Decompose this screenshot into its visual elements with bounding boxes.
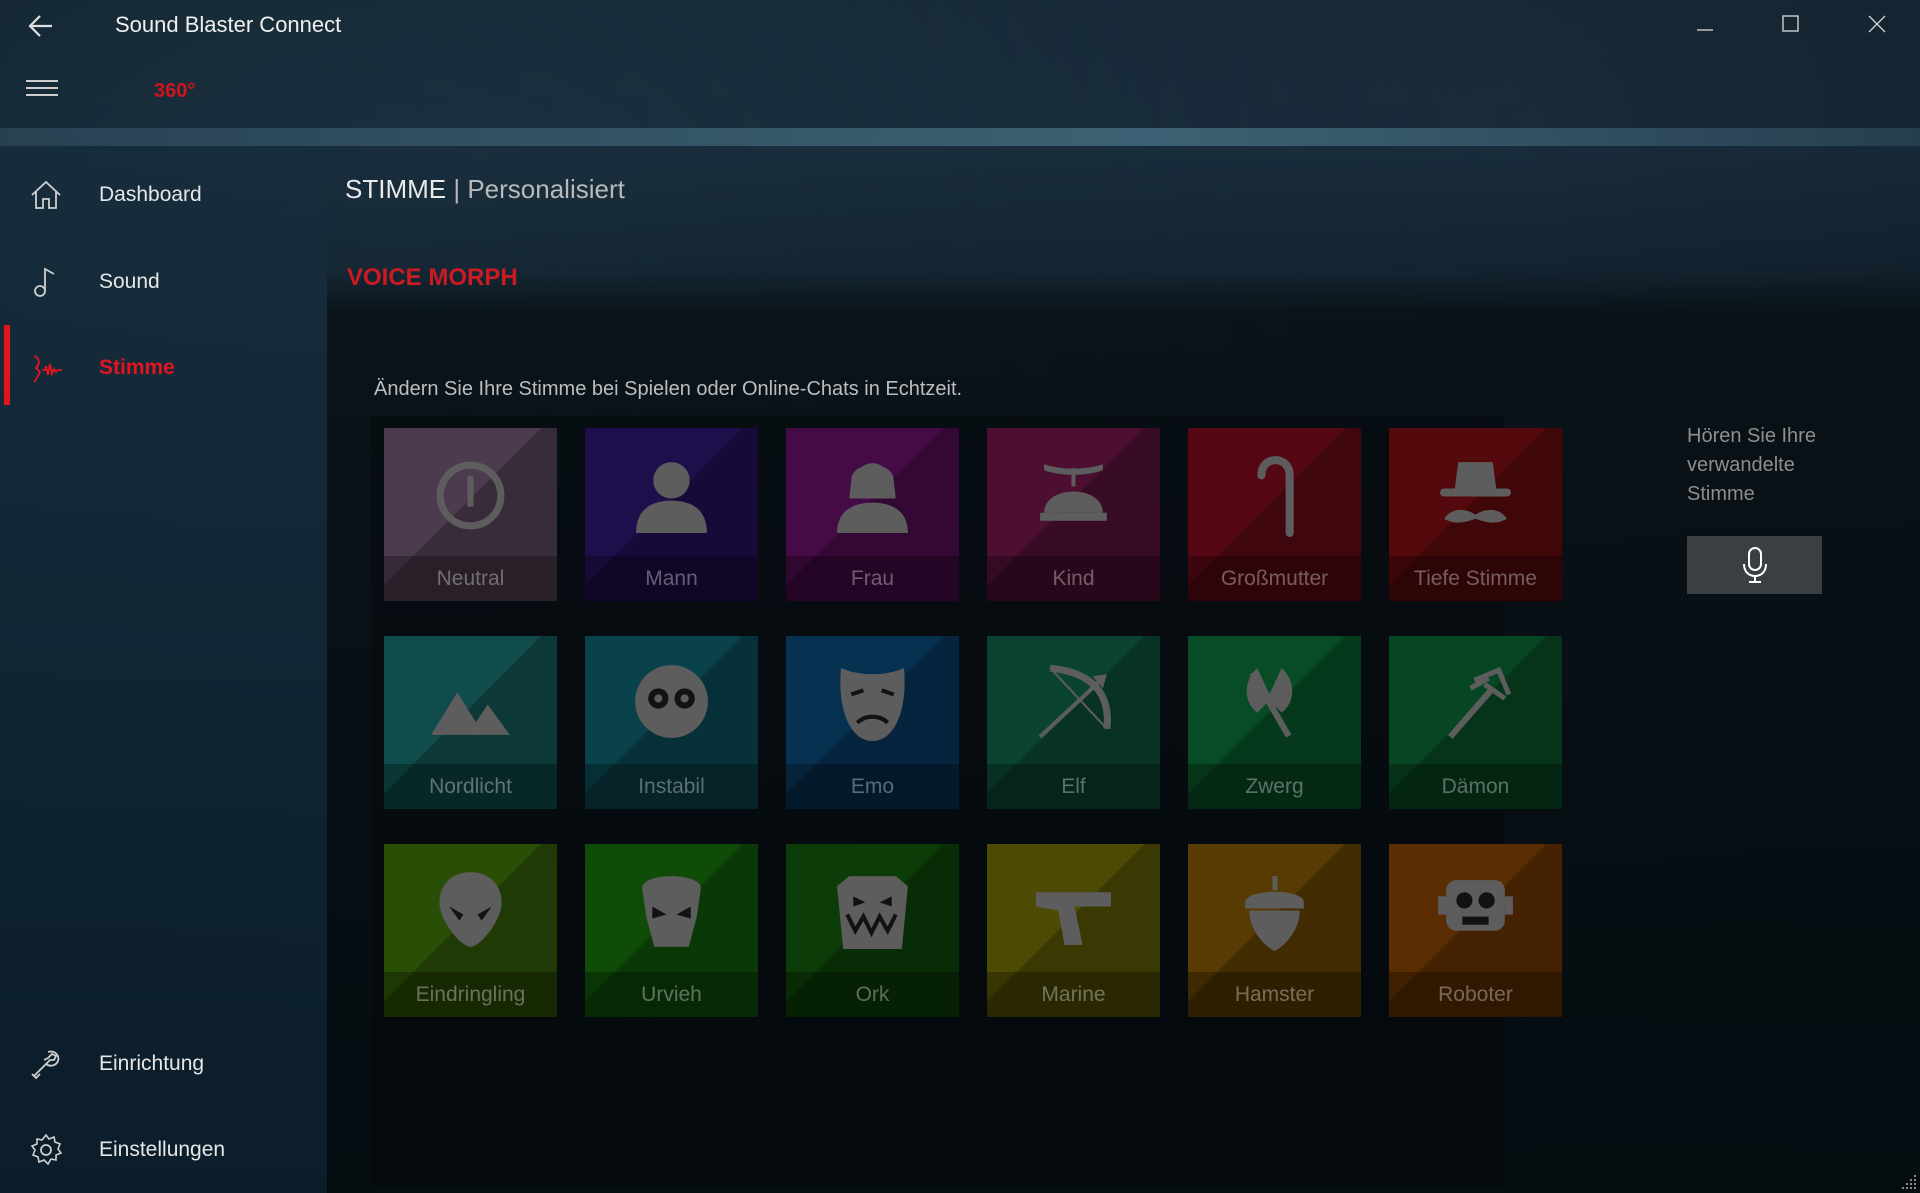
sidebar-item-stimme[interactable]: Stimme [0,325,327,405]
close-button[interactable] [1847,4,1907,44]
maximize-button[interactable] [1761,4,1821,44]
preview-label: Hören Sie Ihre verwandelte Stimme [1687,425,1816,505]
sidebar-item-einstellungen[interactable]: Einstellungen [0,1117,327,1183]
voice-tile-label: Nordlicht [384,764,557,809]
back-button[interactable] [22,8,62,44]
sidebar-item-label: Einstellungen [99,1138,226,1161]
microphone-button[interactable] [1687,536,1822,594]
voice-tile-label: Dämon [1389,764,1562,809]
voice-tile-marine[interactable]: Marine [987,844,1160,1017]
sidebar: Dashboard Sound Stimme Einrichtung Einst… [0,146,327,1193]
voice-tile-label: Frau [786,556,959,601]
voice-tile-label: Großmutter [1188,556,1361,601]
voice-tile-label: Mann [585,556,758,601]
maximize-icon [1782,15,1799,32]
sidebar-item-label: Stimme [99,356,175,379]
breadcrumb: STIMME | Personalisiert [345,174,625,205]
sidebar-item-label: Dashboard [99,183,202,206]
sidebar-item-dashboard[interactable]: Dashboard [0,162,327,228]
sidebar-item-label: Sound [99,270,160,293]
wrench-icon [31,1050,60,1080]
voice-tile-ork[interactable]: Ork [786,844,959,1017]
voice-tile-label: Zwerg [1188,764,1361,809]
voice-tile-großmutter[interactable]: Großmutter [1188,428,1361,601]
sidebar-item-sound[interactable]: Sound [0,249,327,315]
minimize-icon [1697,29,1713,31]
logo-360: 360° [154,80,196,102]
voice-tile-elf[interactable]: Elf [987,636,1160,809]
breadcrumb-main: STIMME [345,174,447,204]
voice-tile-neutral[interactable]: Neutral [384,428,557,601]
main-content: STIMME | Personalisiert VOICE MORPH Ände… [327,146,1920,1193]
title-bar: Sound Blaster Connect [0,0,1920,52]
voice-grid: Neutral Mann Frau Kind Großmutter Tiefe Stimm… [371,416,1562,1186]
app-window: Sound Blaster Connect 360° Dashboard Sou… [0,0,1920,1193]
breadcrumb-sub: Personalisiert [467,174,625,204]
voice-tile-mann[interactable]: Mann [585,428,758,601]
hamburger-icon [26,80,58,82]
header-divider [0,128,1920,146]
voice-tile-label: Tiefe Stimme [1389,556,1562,601]
voice-tile-hamster[interactable]: Hamster [1188,844,1361,1017]
voice-tile-label: Hamster [1188,972,1361,1017]
voice-tile-frau[interactable]: Frau [786,428,959,601]
gear-icon [30,1133,63,1166]
voice-tile-eindringling[interactable]: Eindringling [384,844,557,1017]
voice-tile-instabil[interactable]: Instabil [585,636,758,809]
voice-tile-label: Urvieh [585,972,758,1017]
microphone-icon [1742,547,1767,583]
voice-tile-label: Ork [786,972,959,1017]
home-icon [31,180,61,209]
minimize-button[interactable] [1675,4,1735,44]
app-title: Sound Blaster Connect [115,12,342,37]
voice-tile-label: Instabil [585,764,758,809]
sidebar-item-label: Einrichtung [99,1052,205,1075]
section-title: VOICE MORPH [347,264,518,291]
voice-tile-label: Kind [987,556,1160,601]
voice-tile-urvieh[interactable]: Urvieh [585,844,758,1017]
menu-button[interactable] [26,80,58,102]
voice-tile-label: Roboter [1389,972,1562,1017]
voice-tile-tiefe-stimme[interactable]: Tiefe Stimme [1389,428,1562,601]
resize-grip-icon[interactable] [1900,1173,1918,1191]
voice-tile-label: Neutral [384,556,557,601]
section-description: Ändern Sie Ihre Stimme bei Spielen oder … [374,378,963,400]
arrow-left-icon [28,15,52,37]
voice-tile-nordlicht[interactable]: Nordlicht [384,636,557,809]
voice-tile-zwerg[interactable]: Zwerg [1188,636,1361,809]
breadcrumb-separator: | [453,174,461,204]
voice-tile-label: Emo [786,764,959,809]
active-indicator [4,325,10,405]
voice-tile-emo[interactable]: Emo [786,636,959,809]
voice-tile-roboter[interactable]: Roboter [1389,844,1562,1017]
voice-tile-label: Marine [987,972,1160,1017]
voice-tile-kind[interactable]: Kind [987,428,1160,601]
voice-icon [33,355,62,383]
music-note-icon [34,267,55,297]
sidebar-item-einrichtung[interactable]: Einrichtung [0,1031,327,1097]
close-icon [1868,15,1886,33]
voice-tile-label: Elf [987,764,1160,809]
voice-tile-dämon[interactable]: Dämon [1389,636,1562,809]
voice-tile-label: Eindringling [384,972,557,1017]
